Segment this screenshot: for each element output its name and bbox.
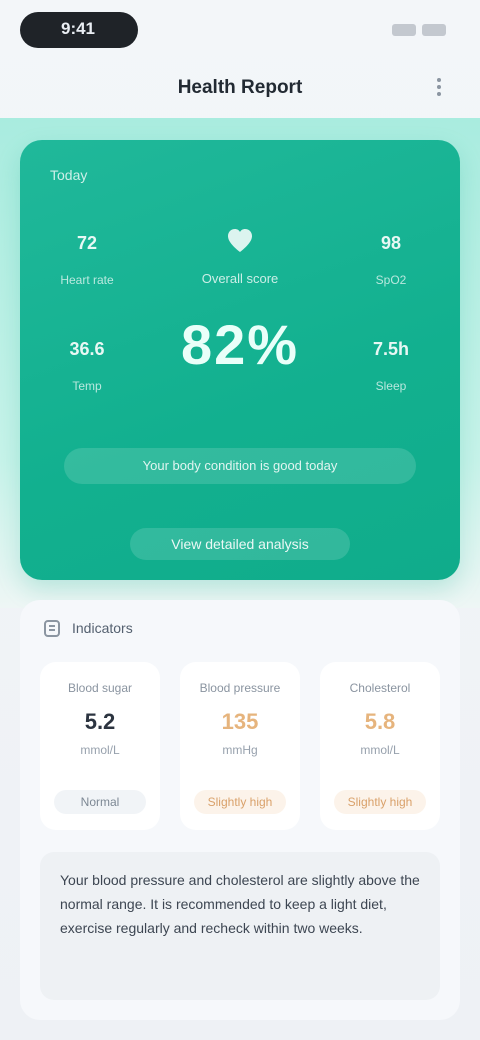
nav-bar: Health Report	[0, 64, 480, 110]
status-badge: Slightly high	[334, 790, 426, 814]
indicator-value: 135	[221, 709, 259, 734]
indicator-unit: mmHg	[222, 743, 258, 757]
indicator-label: Blood sugar	[67, 681, 133, 695]
page-title: Health Report	[177, 77, 303, 98]
metric-value: 72	[76, 233, 98, 253]
metric-label: SpO2	[375, 273, 407, 287]
view-analysis-button[interactable]: View detailed analysis	[130, 528, 350, 560]
advice-text: Your blood pressure and cholesterol are …	[40, 852, 440, 1000]
clipboard-icon	[42, 618, 62, 638]
status-time: 9:41	[60, 19, 96, 38]
metric-label: Temp	[72, 379, 102, 393]
overall-score: Overall score 82%	[150, 226, 330, 406]
metric-value: 36.6	[69, 339, 105, 359]
metric-label: Sleep	[375, 379, 407, 393]
more-icon[interactable]	[428, 76, 450, 98]
score-caption: Overall score	[201, 271, 279, 286]
status-badge: Normal	[54, 790, 146, 814]
indicator-tile[interactable]: Blood sugar 5.2 mmol/L Normal	[40, 662, 160, 830]
metric-sleep: 7.5h Sleep	[346, 338, 436, 394]
status-badge: Slightly high	[194, 790, 286, 814]
card-header: Indicators	[42, 616, 133, 640]
heart-icon	[225, 226, 255, 256]
indicator-tile[interactable]: Cholesterol 5.8 mmol/L Slightly high	[320, 662, 440, 830]
indicator-value: 5.8	[364, 709, 396, 734]
score-card: Today 72 Heart rate 98 SpO2 36.6 Temp 7.…	[20, 140, 460, 580]
indicator-tile[interactable]: Blood pressure 135 mmHg Slightly high	[180, 662, 300, 830]
indicator-label: Cholesterol	[349, 681, 411, 695]
battery-icon	[422, 24, 446, 36]
score-card-label: Today	[50, 167, 88, 183]
indicator-label: Blood pressure	[199, 681, 281, 695]
status-bar: 9:41	[0, 0, 480, 60]
metric-spo2: 98 SpO2	[346, 232, 436, 288]
app-screen: 9:41 Health Report Today 72 Heart rate 9…	[0, 0, 480, 1040]
indicator-value: 5.2	[84, 709, 116, 734]
status-indicators	[376, 20, 446, 40]
metric-value: 7.5h	[372, 339, 410, 359]
indicators-card: Indicators Blood sugar 5.2 mmol/L Normal…	[20, 600, 460, 1020]
indicator-unit: mmol/L	[80, 743, 120, 757]
metric-label: Heart rate	[60, 273, 114, 287]
hero-section: Today 72 Heart rate 98 SpO2 36.6 Temp 7.…	[0, 118, 480, 608]
indicator-unit: mmol/L	[360, 743, 400, 757]
signal-icon	[392, 24, 416, 36]
card-title: Indicators	[72, 620, 133, 636]
metric-temp: 36.6 Temp	[42, 338, 132, 394]
score-note: Your body condition is good today	[64, 448, 416, 484]
metric-heart-rate: 72 Heart rate	[42, 232, 132, 288]
score-value: 82%	[180, 313, 300, 376]
indicator-tiles: Blood sugar 5.2 mmol/L Normal Blood pres…	[40, 662, 440, 830]
metric-value: 98	[380, 233, 402, 253]
